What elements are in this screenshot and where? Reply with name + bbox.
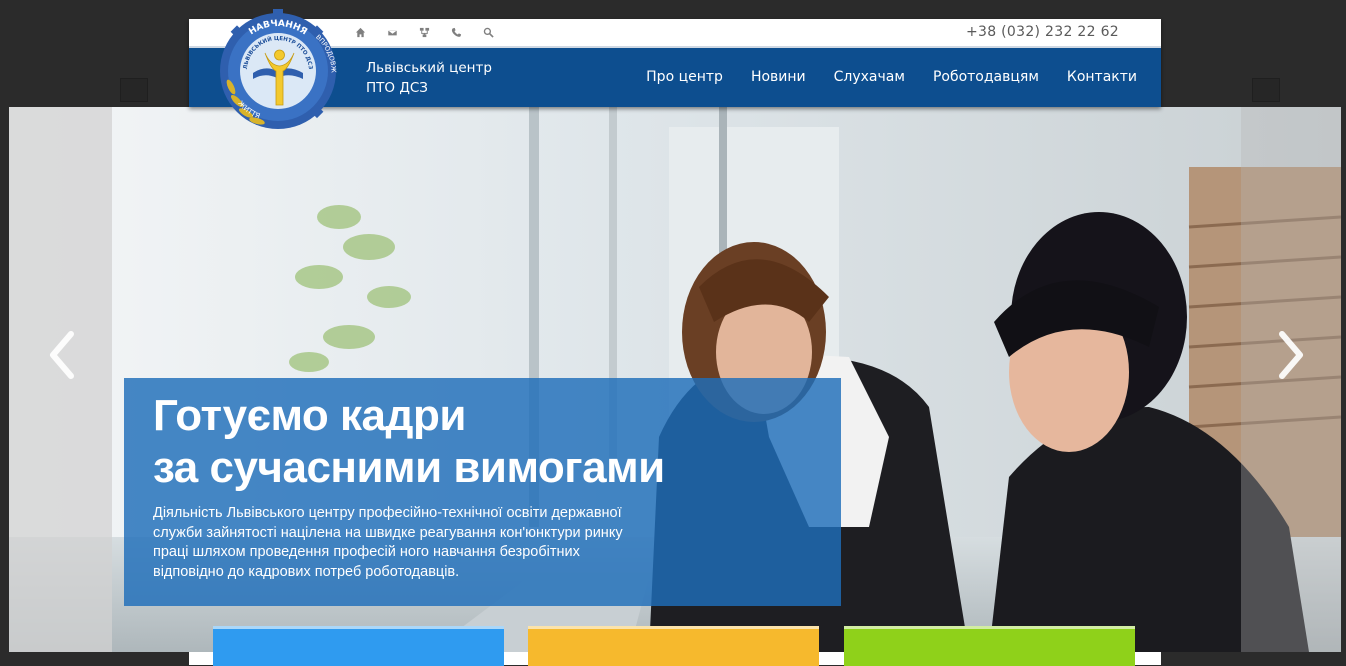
nav-item-about[interactable]: Про центр <box>632 48 737 107</box>
nav-item-employers[interactable]: Роботодавцям <box>919 48 1053 107</box>
chevron-left-icon <box>50 331 74 379</box>
home-icon[interactable] <box>354 26 366 38</box>
slide-caption: Готуємо кадри за сучасними вимогами Діял… <box>124 378 841 606</box>
nav-item-students[interactable]: Слухачам <box>820 48 919 107</box>
nav-menu: Про центр Новини Слухачам Роботодавцям К… <box>632 48 1161 107</box>
tile-highlight <box>528 626 819 629</box>
background-pattern <box>1252 78 1280 102</box>
brand-line-2: ПТО ДСЗ <box>366 80 428 96</box>
site-logo[interactable]: НАВЧАННЯ ВПРОДОВЖ ЖИТТЯ ЛЬВІВСЬКИЙ ЦЕНТР… <box>213 9 343 134</box>
nav-item-news[interactable]: Новини <box>737 48 820 107</box>
chevron-right-icon <box>1279 331 1303 379</box>
tile-blue[interactable] <box>213 626 504 666</box>
brand-line-1: Львівський центр <box>366 60 492 76</box>
hero-slider: Готуємо кадри за сучасними вимогами Діял… <box>9 107 1341 652</box>
tile-highlight <box>213 626 504 629</box>
slide-description: Діяльність Львівського центру професійно… <box>153 505 623 580</box>
phone-icon[interactable] <box>450 26 462 38</box>
sitemap-icon[interactable] <box>418 26 430 38</box>
slider-next-button[interactable] <box>1271 329 1311 381</box>
site-brand[interactable]: Львівський центр ПТО ДСЗ <box>366 58 526 98</box>
tile-yellow[interactable] <box>528 626 819 666</box>
search-icon[interactable] <box>482 26 494 38</box>
slide-title-line-2: за сучасними вимогами <box>153 443 665 492</box>
slider-prev-button[interactable] <box>42 329 82 381</box>
slide-title-line-1: Готуємо кадри <box>153 391 466 440</box>
phone-number[interactable]: +38 (032) 232 22 62 <box>966 24 1119 40</box>
nav-item-contacts[interactable]: Контакти <box>1053 48 1161 107</box>
background-pattern <box>120 78 148 102</box>
tile-green[interactable] <box>844 626 1135 666</box>
slide-title: Готуємо кадри за сучасними вимогами <box>153 390 665 494</box>
mail-icon[interactable] <box>386 26 398 38</box>
tile-highlight <box>844 626 1135 629</box>
